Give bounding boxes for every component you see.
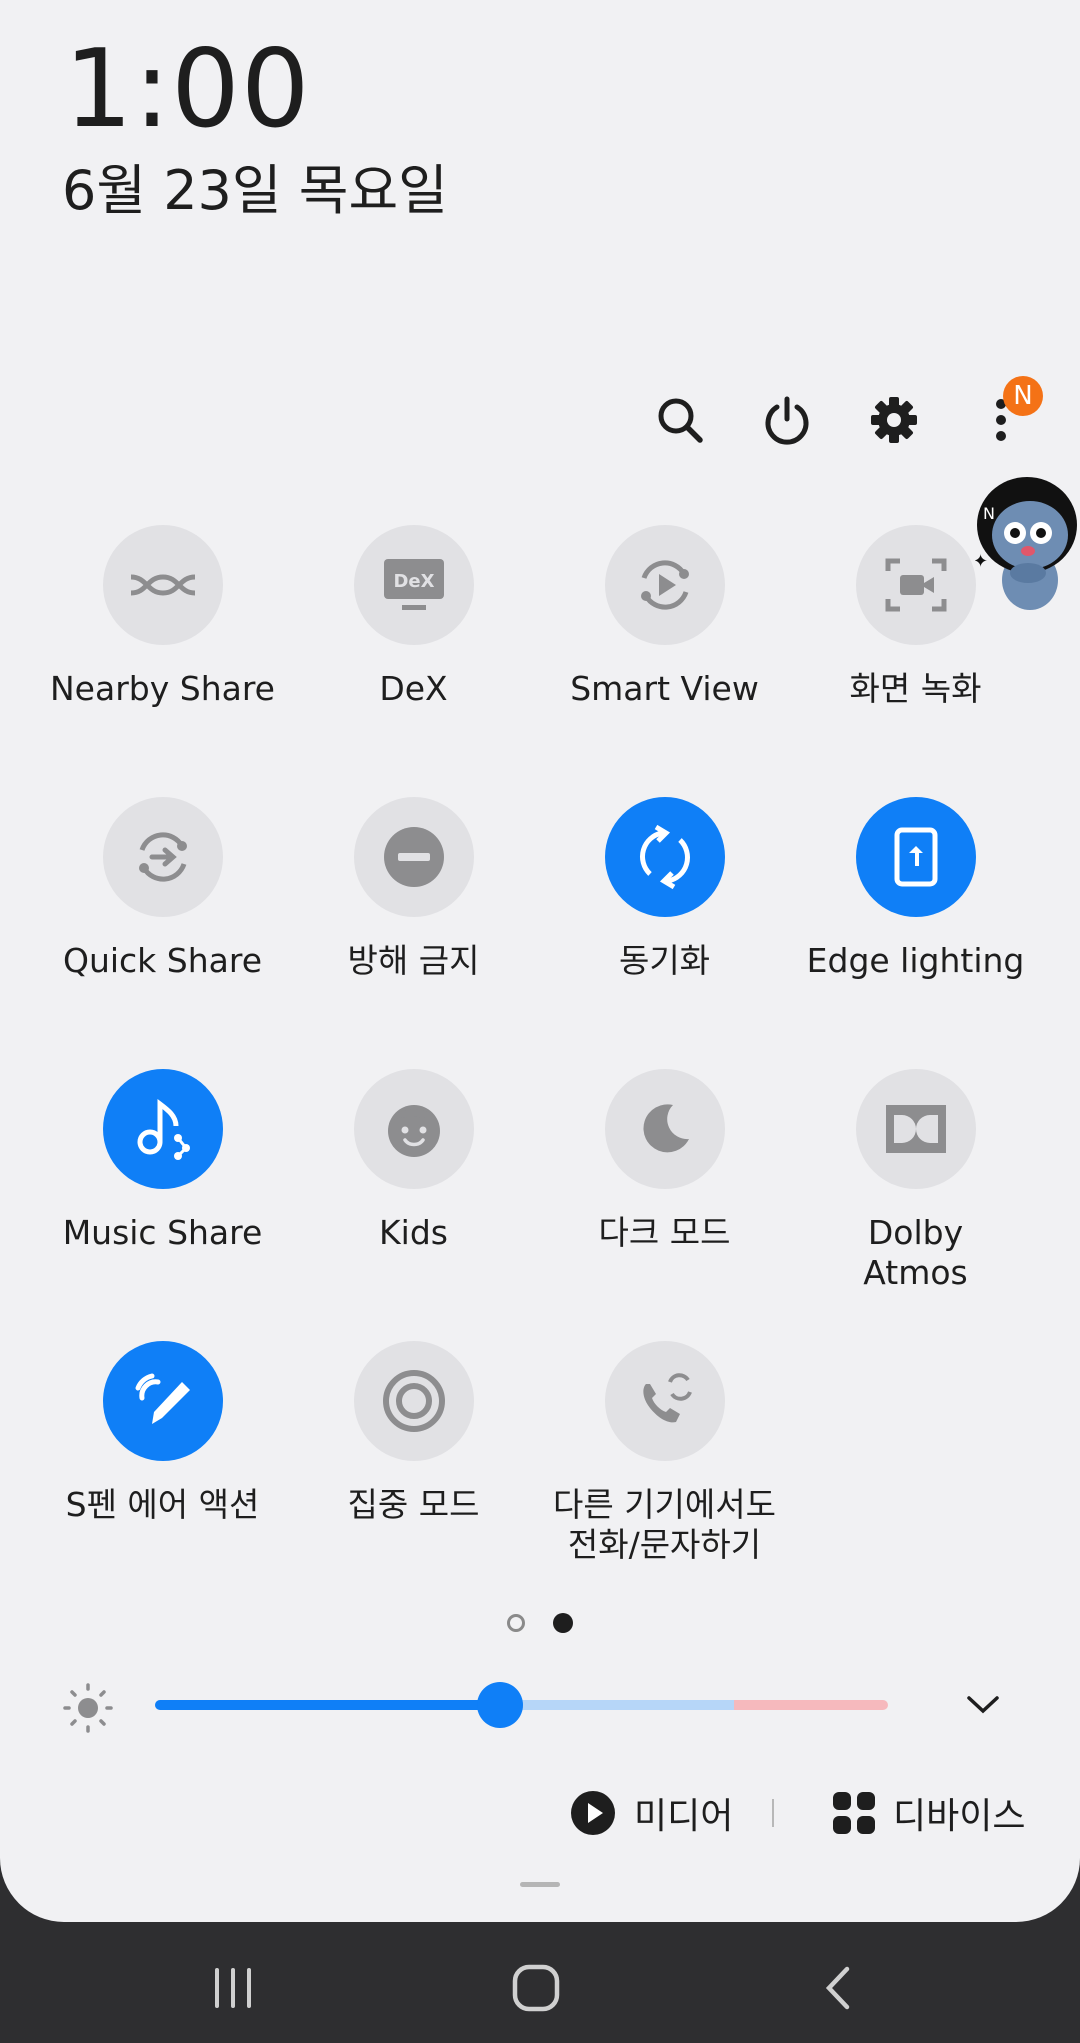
- tile-label: 다른 기기에서도 전화/문자하기: [552, 1485, 776, 1564]
- tile-kids[interactable]: Kids: [288, 1069, 539, 1253]
- devices-button[interactable]: 디바이스: [833, 1783, 1025, 1843]
- recents-icon: [215, 1968, 251, 2008]
- tile-sync[interactable]: 동기화: [539, 797, 790, 981]
- sync-icon: [639, 824, 690, 890]
- tile-label: Kids: [379, 1213, 448, 1252]
- tile-dark-mode[interactable]: 다크 모드: [539, 1069, 790, 1253]
- media-label: 미디어: [634, 1796, 734, 1837]
- tile-label: Music Share: [62, 1213, 263, 1252]
- tile-circle[interactable]: [855, 797, 976, 917]
- tile-circle[interactable]: [102, 797, 223, 917]
- power-button[interactable]: [752, 385, 822, 455]
- tile-label: Dolby Atmos: [863, 1213, 968, 1292]
- tile-circle[interactable]: [604, 1069, 725, 1189]
- tile-label: 집중 모드: [347, 1485, 480, 1524]
- devices-grid-icon: [833, 1792, 875, 1834]
- search-icon: [658, 398, 703, 443]
- tile-label: Quick Share: [62, 941, 263, 980]
- do-not-disturb-icon: [383, 827, 444, 887]
- tile-screen-record[interactable]: 화면 녹화: [790, 525, 1041, 709]
- tile-circle[interactable]: [353, 1341, 474, 1461]
- tile-focus-mode[interactable]: 집중 모드: [288, 1341, 539, 1525]
- gear-icon: [871, 397, 917, 443]
- play-circle-icon: [571, 1791, 615, 1835]
- spen-air-action-icon: [135, 1373, 190, 1424]
- screen-record-icon: [885, 558, 946, 612]
- brightness-thumb[interactable]: [477, 1682, 523, 1728]
- power-icon: [765, 396, 809, 445]
- recents-button[interactable]: [193, 1958, 273, 2018]
- quick-panel: 1:00 6월 23일 목요일 N N ✦ Nearby Share DeX D…: [0, 0, 1080, 1922]
- tile-dolby-atmos[interactable]: Dolby Atmos: [790, 1069, 1041, 1293]
- tile-label: Edge lighting: [806, 941, 1025, 980]
- top-actions: [0, 385, 1080, 455]
- brightness-control: [0, 1670, 1080, 1740]
- tile-label: Smart View: [570, 669, 759, 708]
- page-indicator: [0, 1612, 1080, 1633]
- page-dot-1[interactable]: [507, 1613, 525, 1632]
- dark-mode-icon: [642, 1104, 689, 1153]
- call-text-other-devices-icon: [642, 1373, 692, 1423]
- tile-circle[interactable]: [855, 525, 976, 645]
- tile-edge-lighting[interactable]: Edge lighting: [790, 797, 1041, 981]
- tile-label: 동기화: [618, 941, 711, 980]
- divider: [772, 1799, 774, 1827]
- brightness-fill: [155, 1700, 500, 1710]
- tile-call-text-other-devices[interactable]: 다른 기기에서도 전화/문자하기: [539, 1341, 790, 1565]
- tile-label: 다크 모드: [598, 1213, 731, 1252]
- settings-button[interactable]: [859, 385, 929, 455]
- media-devices-row: 미디어 디바이스: [0, 1783, 1080, 1843]
- nearby-share-icon: [130, 574, 195, 596]
- brightness-expand-button[interactable]: [955, 1680, 1011, 1730]
- tile-circle[interactable]: DeX: [353, 525, 474, 645]
- back-button[interactable]: [798, 1958, 878, 2018]
- chevron-down-icon: [967, 1696, 999, 1714]
- home-button[interactable]: [496, 1958, 576, 2018]
- dex-icon: DeX: [383, 559, 444, 610]
- tile-nearby-share[interactable]: Nearby Share: [37, 525, 288, 709]
- tile-circle[interactable]: [855, 1069, 976, 1189]
- home-icon: [512, 1964, 560, 2012]
- edge-lighting-icon: [894, 827, 937, 887]
- tile-smart-view[interactable]: Smart View: [539, 525, 790, 709]
- tile-circle[interactable]: [353, 797, 474, 917]
- tile-quick-share[interactable]: Quick Share: [37, 797, 288, 981]
- tile-circle[interactable]: [604, 525, 725, 645]
- tile-spen-air-action[interactable]: S펜 에어 액션: [37, 1341, 288, 1525]
- tile-label: 화면 녹화: [849, 669, 982, 708]
- devices-label: 디바이스: [893, 1796, 1026, 1837]
- kids-icon: [387, 1105, 440, 1157]
- date-text[interactable]: 6월 23일 목요일: [62, 158, 448, 224]
- back-icon: [825, 1966, 850, 2010]
- tile-circle[interactable]: [604, 797, 725, 917]
- tile-circle[interactable]: [102, 1341, 223, 1461]
- svg-text:DeX: DeX: [393, 571, 434, 592]
- clock-time[interactable]: 1:00: [64, 30, 311, 150]
- quick-share-icon: [138, 832, 187, 882]
- tile-circle[interactable]: [604, 1341, 725, 1461]
- media-button[interactable]: 미디어: [570, 1783, 733, 1843]
- sun-icon: [63, 1683, 113, 1733]
- music-share-icon: [137, 1098, 190, 1160]
- svg-text:N: N: [983, 504, 995, 523]
- tile-label: Nearby Share: [50, 669, 275, 708]
- tile-label: S펜 에어 액션: [65, 1485, 260, 1524]
- smart-view-icon: [640, 560, 689, 610]
- tile-label: DeX: [379, 669, 448, 708]
- tile-label: 방해 금지: [347, 941, 480, 980]
- tile-music-share[interactable]: Music Share: [37, 1069, 288, 1253]
- tile-circle[interactable]: [353, 1069, 474, 1189]
- tile-dex[interactable]: DeX DeX: [288, 525, 539, 709]
- navigation-bar: [0, 1922, 1080, 2043]
- notification-badge: N: [1003, 376, 1043, 416]
- tile-circle[interactable]: [102, 1069, 223, 1189]
- search-button[interactable]: [645, 385, 715, 455]
- tile-do-not-disturb[interactable]: 방해 금지: [288, 797, 539, 981]
- tile-circle[interactable]: [102, 525, 223, 645]
- page-dot-2[interactable]: [553, 1612, 573, 1633]
- dolby-icon: [885, 1105, 946, 1153]
- panel-drag-handle[interactable]: [520, 1882, 560, 1887]
- focus-mode-icon: [382, 1370, 445, 1432]
